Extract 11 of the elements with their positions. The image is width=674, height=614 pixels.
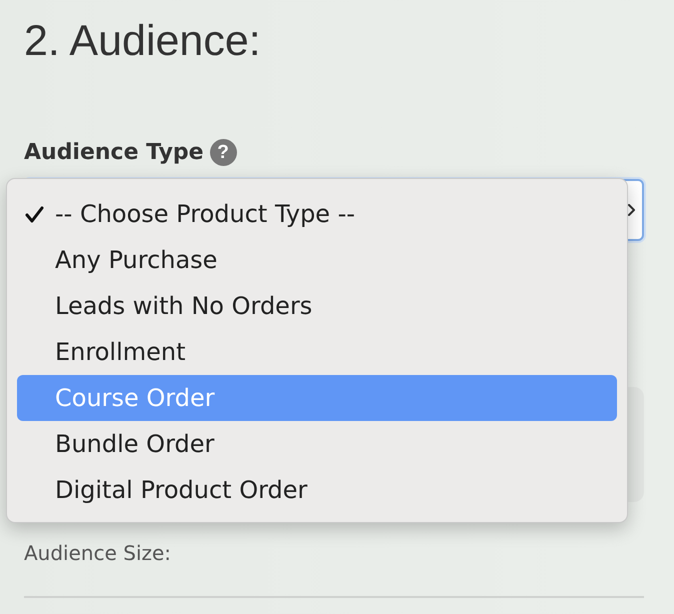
- audience-size-label: Audience Size:: [24, 540, 172, 566]
- dropdown-option[interactable]: Enrollment: [17, 329, 617, 375]
- dropdown-option[interactable]: Bundle Order: [17, 421, 617, 467]
- help-icon[interactable]: ?: [210, 138, 237, 166]
- dropdown-option[interactable]: -- Choose Product Type --: [17, 191, 617, 237]
- section-heading: 2. Audience:: [24, 16, 261, 67]
- dropdown-option[interactable]: Leads with No Orders: [17, 283, 617, 329]
- dropdown-option[interactable]: Digital Product Order: [17, 467, 617, 513]
- audience-type-label: Audience Type: [24, 140, 204, 164]
- dropdown-option[interactable]: Any Purchase: [17, 237, 617, 283]
- chevron-icon: [628, 204, 636, 216]
